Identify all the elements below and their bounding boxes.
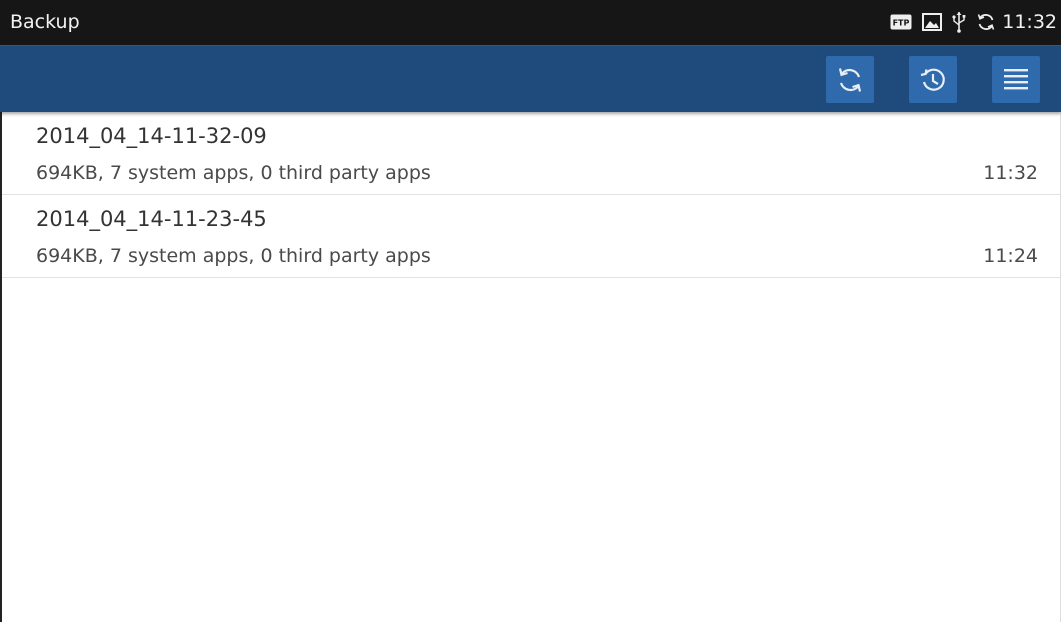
menu-icon — [1004, 68, 1028, 89]
backup-name: 2014_04_14-11-32-09 — [36, 124, 267, 148]
image-icon — [922, 13, 943, 31]
list-item[interactable]: 2014_04_14-11-32-09 694KB, 7 system apps… — [2, 112, 1060, 195]
restore-history-icon — [920, 68, 945, 91]
status-icons: FTP 11:32 — [890, 10, 1057, 34]
list-item[interactable]: 2014_04_14-11-23-45 694KB, 7 system apps… — [2, 195, 1060, 278]
action-bar — [0, 45, 1061, 112]
usb-icon — [952, 11, 966, 33]
status-bar: Backup FTP 11:32 — [0, 0, 1061, 45]
backup-time: 11:32 — [983, 162, 1038, 184]
app-title: Backup — [10, 11, 80, 33]
backup-time: 11:24 — [983, 245, 1038, 267]
svg-text:FTP: FTP — [893, 19, 910, 28]
refresh-button[interactable] — [826, 56, 874, 103]
backup-name: 2014_04_14-11-23-45 — [36, 207, 267, 231]
clock: 11:32 — [1002, 11, 1057, 33]
backup-details: 694KB, 7 system apps, 0 third party apps — [36, 245, 431, 267]
backup-list: 2014_04_14-11-32-09 694KB, 7 system apps… — [2, 112, 1060, 278]
backup-details: 694KB, 7 system apps, 0 third party apps — [36, 162, 431, 184]
ftp-icon: FTP — [890, 14, 912, 30]
refresh-icon — [838, 67, 862, 92]
restore-history-button[interactable] — [909, 56, 957, 103]
sync-icon — [976, 12, 996, 32]
menu-button[interactable] — [992, 56, 1040, 103]
